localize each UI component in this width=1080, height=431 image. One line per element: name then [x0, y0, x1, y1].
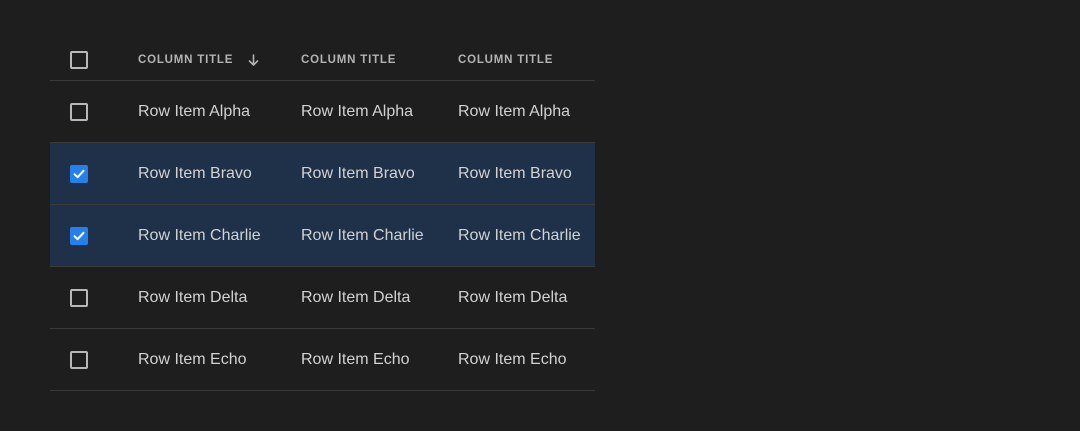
row-checkbox[interactable] [70, 226, 88, 245]
table-cell: Row Item Echo [138, 350, 247, 368]
row-checkbox[interactable] [70, 288, 88, 307]
table-row[interactable]: Row Item Delta Row Item Delta Row Item D… [50, 267, 595, 329]
table-cell: Row Item Bravo [138, 164, 252, 182]
table-cell: Row Item Delta [458, 288, 568, 306]
table-cell: Row Item Bravo [458, 164, 572, 182]
column-header-2[interactable]: COLUMN TITLE [301, 54, 458, 66]
checkmark-icon [73, 231, 85, 240]
table-cell: Row Item Delta [138, 288, 248, 306]
table-cell: Row Item Charlie [458, 226, 581, 244]
table-header-row: COLUMN TITLE COLUMN TITLE COLUMN TITLE [50, 40, 595, 81]
table-cell: Row Item Alpha [458, 102, 571, 120]
table-row[interactable]: Row Item Charlie Row Item Charlie Row It… [50, 205, 595, 267]
table-row[interactable]: Row Item Bravo Row Item Bravo Row Item B… [50, 143, 595, 205]
column-header-3[interactable]: COLUMN TITLE [458, 54, 595, 66]
table-cell: Row Item Alpha [301, 102, 414, 120]
data-table: COLUMN TITLE COLUMN TITLE COLUMN TITLE R… [50, 40, 595, 391]
row-checkbox-cell [50, 288, 138, 307]
table-row[interactable]: Row Item Echo Row Item Echo Row Item Ech… [50, 329, 595, 391]
select-all-checkbox[interactable] [70, 51, 88, 69]
row-checkbox[interactable] [70, 102, 88, 121]
table-cell: Row Item Echo [301, 350, 410, 368]
table-panel: COLUMN TITLE COLUMN TITLE COLUMN TITLE R… [0, 0, 1080, 431]
table-cell: Row Item Charlie [138, 226, 261, 244]
row-checkbox-cell [50, 350, 138, 369]
column-title: COLUMN TITLE [301, 54, 397, 66]
column-title: COLUMN TITLE [138, 54, 234, 66]
row-checkbox[interactable] [70, 164, 88, 183]
header-checkbox-cell [50, 51, 138, 69]
arrow-down-icon[interactable] [248, 54, 259, 66]
table-cell: Row Item Echo [458, 350, 567, 368]
row-checkbox-cell [50, 164, 138, 183]
table-row[interactable]: Row Item Alpha Row Item Alpha Row Item A… [50, 81, 595, 143]
checkmark-icon [73, 169, 85, 178]
column-header-1[interactable]: COLUMN TITLE [138, 54, 301, 66]
row-checkbox[interactable] [70, 350, 88, 369]
table-cell: Row Item Alpha [138, 102, 251, 120]
row-checkbox-cell [50, 102, 138, 121]
column-title: COLUMN TITLE [458, 54, 554, 66]
row-checkbox-cell [50, 226, 138, 245]
table-cell: Row Item Delta [301, 288, 411, 306]
table-cell: Row Item Bravo [301, 164, 415, 182]
table-cell: Row Item Charlie [301, 226, 424, 244]
